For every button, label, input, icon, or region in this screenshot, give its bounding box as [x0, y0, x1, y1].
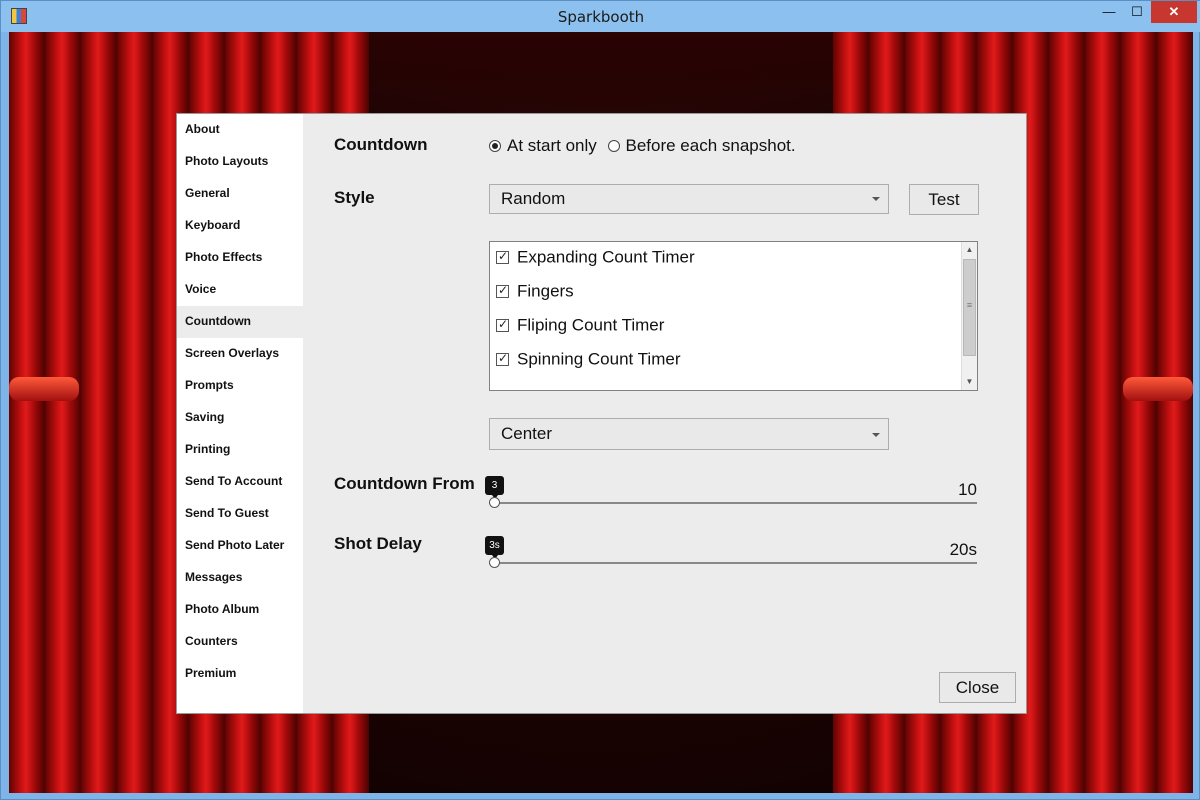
countdown-settings: Countdown At start only Before each snap… [303, 114, 1026, 713]
list-item-label: Expanding Count Timer [517, 247, 695, 267]
checkbox-expanding-count-timer[interactable] [496, 249, 509, 265]
sidebar-item-keyboard[interactable]: Keyboard [177, 210, 303, 242]
sidebar-item-counters[interactable]: Counters [177, 626, 303, 658]
app-window: Sparkbooth — ☐ ✕ About Photo Layouts Gen… [0, 0, 1200, 800]
radio-at-start-only[interactable] [489, 139, 501, 152]
countdown-from-slider-handle[interactable] [489, 497, 500, 508]
position-select-value: Center [501, 424, 553, 443]
countdown-from-max: 10 [958, 480, 977, 499]
sidebar-item-premium[interactable]: Premium [177, 658, 303, 690]
sidebar-item-prompts[interactable]: Prompts [177, 370, 303, 402]
window-title: Sparkbooth [557, 8, 645, 26]
sidebar-item-printing[interactable]: Printing [177, 434, 303, 466]
sidebar-item-saving[interactable]: Saving [177, 402, 303, 434]
grip-icon: ≡ [966, 300, 973, 310]
close-button[interactable]: Close [939, 672, 1016, 703]
chevron-down-icon [872, 197, 880, 201]
title-bar[interactable]: Sparkbooth — ☐ ✕ [1, 1, 1200, 32]
sidebar-item-general[interactable]: General [177, 178, 303, 210]
scroll-down-icon[interactable]: ▼ [962, 374, 977, 389]
close-window-button[interactable]: ✕ [1151, 1, 1197, 23]
shot-delay-label: Shot Delay [334, 534, 422, 553]
countdown-from-label: Countdown From [334, 474, 475, 493]
radio-before-each-snapshot-label[interactable]: Before each snapshot. [626, 136, 796, 155]
countdown-style-list[interactable]: Expanding Count Timer Fingers Fliping Co… [489, 241, 978, 391]
shot-delay-max: 20s [949, 540, 977, 559]
list-item-label: Fliping Count Timer [517, 315, 665, 335]
sidebar-item-photo-effects[interactable]: Photo Effects [177, 242, 303, 274]
settings-panel: About Photo Layouts General Keyboard Pho… [176, 113, 1027, 714]
minimize-button[interactable]: — [1094, 1, 1124, 23]
sidebar-item-messages[interactable]: Messages [177, 562, 303, 594]
checkbox-fliping-count-timer[interactable] [496, 317, 509, 333]
list-item-label: Fingers [517, 281, 574, 301]
sidebar-item-send-to-account[interactable]: Send To Account [177, 466, 303, 498]
sidebar-item-screen-overlays[interactable]: Screen Overlays [177, 338, 303, 370]
list-item-label: Spinning Count Timer [517, 349, 681, 369]
list-item[interactable]: Fliping Count Timer [496, 315, 664, 345]
shot-delay-track[interactable] [489, 562, 977, 564]
radio-at-start-only-label[interactable]: At start only [507, 136, 597, 155]
shot-delay-slider-handle[interactable] [489, 557, 500, 568]
scroll-thumb[interactable]: ≡ [963, 259, 976, 356]
test-button[interactable]: Test [909, 184, 979, 215]
checkbox-spinning-count-timer[interactable] [496, 351, 509, 367]
radio-before-each-snapshot[interactable] [607, 139, 620, 152]
chevron-down-icon [872, 433, 880, 437]
list-item[interactable]: Spinning Count Timer [496, 349, 680, 379]
sidebar-item-photo-album[interactable]: Photo Album [177, 594, 303, 626]
settings-sidebar: About Photo Layouts General Keyboard Pho… [177, 114, 303, 713]
style-select[interactable]: Random [489, 184, 889, 214]
sidebar-item-voice[interactable]: Voice [177, 274, 303, 306]
countdown-label: Countdown [334, 135, 428, 154]
list-item[interactable]: Fingers [496, 281, 574, 311]
sidebar-item-photo-layouts[interactable]: Photo Layouts [177, 146, 303, 178]
checkbox-fingers[interactable] [496, 283, 509, 299]
sidebar-item-countdown[interactable]: Countdown [177, 306, 303, 338]
shot-delay-tooltip: 3s [485, 536, 504, 559]
sidebar-item-send-photo-later[interactable]: Send Photo Later [177, 530, 303, 562]
countdown-mode-group: At start only Before each snapshot. [489, 135, 802, 156]
countdown-from-track[interactable] [489, 502, 977, 504]
sidebar-item-about[interactable]: About [177, 114, 303, 146]
list-scrollbar[interactable]: ▲ ≡ ▼ [961, 242, 977, 390]
countdown-from-tooltip: 3 [485, 476, 504, 499]
sidebar-item-send-to-guest[interactable]: Send To Guest [177, 498, 303, 530]
style-label: Style [334, 188, 375, 207]
position-select[interactable]: Center [489, 418, 889, 450]
maximize-button[interactable]: ☐ [1124, 1, 1150, 23]
style-select-value: Random [501, 189, 566, 208]
scroll-up-icon[interactable]: ▲ [962, 242, 977, 257]
list-item[interactable]: Expanding Count Timer [496, 247, 695, 277]
